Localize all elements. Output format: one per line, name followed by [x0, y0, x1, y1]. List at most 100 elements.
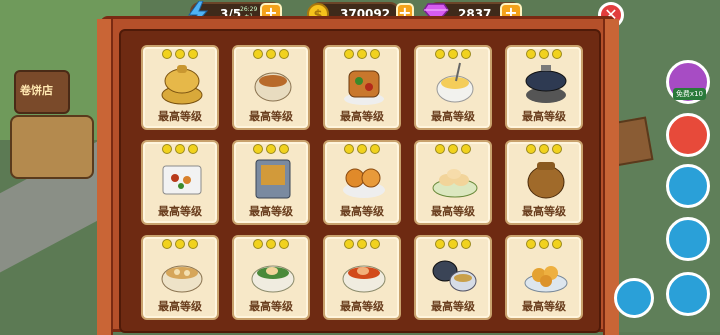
dish-level-label: 最高等级	[340, 205, 384, 218]
gift-icon[interactable]	[666, 113, 710, 157]
food-truck[interactable]	[10, 115, 94, 179]
star-icon	[279, 49, 289, 59]
dish-card-lotus-soup[interactable]: 最高等级	[141, 235, 219, 320]
fried-rings-icon	[343, 168, 385, 198]
star-icon	[552, 144, 562, 154]
star-rating	[507, 49, 581, 59]
dish-level-label: 最高等级	[249, 300, 293, 313]
dish-level-label: 最高等级	[431, 300, 475, 313]
dish-level-label: 最高等级	[340, 110, 384, 123]
dish-level-label: 最高等级	[249, 205, 293, 218]
star-icon	[266, 239, 276, 249]
star-icon	[461, 239, 471, 249]
dish-level-label: 最高等级	[431, 205, 475, 218]
toast-plate-icon	[344, 70, 384, 105]
star-icon	[279, 144, 289, 154]
star-icon	[448, 239, 458, 249]
star-icon	[552, 239, 562, 249]
star-icon	[552, 49, 562, 59]
dish-card-soup-bowl[interactable]: 最高等级	[232, 45, 310, 130]
recipe-book-icon[interactable]	[666, 272, 710, 316]
dish-card-dumpling-plate[interactable]: 最高等级	[414, 140, 492, 225]
star-icon	[266, 144, 276, 154]
dish-card-lunch-box[interactable]: 最高等级	[141, 140, 219, 225]
star-icon	[253, 49, 263, 59]
shop-sign[interactable]: 卷饼店	[14, 70, 70, 114]
star-icon	[175, 144, 185, 154]
star-rating	[416, 239, 490, 249]
dish-card-clay-jar[interactable]: 最高等级	[505, 140, 583, 225]
star-icon	[344, 239, 354, 249]
star-rating	[507, 239, 581, 249]
star-rating	[325, 239, 399, 249]
star-icon	[188, 239, 198, 249]
spicy-chicken-icon	[342, 265, 386, 293]
dish-panel: 最高等级 最高等级 最高等级 最高等级 最高等级 最高等级 最高等级 最高等级 最高等级 最高等级…	[97, 16, 619, 335]
star-icon	[266, 49, 276, 59]
star-icon	[435, 49, 445, 59]
star-icon	[175, 239, 185, 249]
star-icon	[188, 144, 198, 154]
pot-dish-icon	[161, 65, 203, 105]
dish-card-grill-tray[interactable]: 最高等级	[232, 140, 310, 225]
star-icon	[539, 144, 549, 154]
star-icon	[370, 239, 380, 249]
star-rating	[234, 239, 308, 249]
star-icon	[162, 239, 172, 249]
cutting-board-icon[interactable]	[666, 217, 710, 261]
dish-level-label: 最高等级	[158, 205, 202, 218]
star-icon	[162, 144, 172, 154]
dish-card-pot-dish[interactable]: 最高等级	[141, 45, 219, 130]
dish-card-greens-chicken[interactable]: 最高等级	[232, 235, 310, 320]
star-icon	[370, 144, 380, 154]
star-rating	[143, 239, 217, 249]
dish-level-label: 最高等级	[158, 300, 202, 313]
lotus-soup-icon	[161, 265, 203, 293]
star-icon	[175, 49, 185, 59]
star-icon	[526, 49, 536, 59]
dish-level-label: 最高等级	[431, 110, 475, 123]
star-icon	[162, 49, 172, 59]
double-pot-icon	[432, 260, 477, 292]
dish-card-double-pot[interactable]: 最高等级	[414, 235, 492, 320]
free-tag: 免费x10	[672, 88, 706, 100]
star-rating	[234, 49, 308, 59]
grill-tray-icon	[255, 159, 291, 199]
star-icon	[253, 239, 263, 249]
star-icon	[357, 144, 367, 154]
dish-card-fried-rings[interactable]: 最高等级	[323, 140, 401, 225]
star-icon	[357, 49, 367, 59]
dish-card-fried-cakes[interactable]: 最高等级	[505, 235, 583, 320]
star-icon	[526, 239, 536, 249]
star-icon	[344, 49, 354, 59]
dish-grid: 最高等级 最高等级 最高等级 最高等级 最高等级 最高等级 最高等级 最高等级 最高等级 最高等级…	[141, 45, 583, 322]
shop-sign-label: 卷饼店	[20, 84, 53, 97]
dish-level-label: 最高等级	[522, 300, 566, 313]
greens-chicken-icon	[251, 265, 295, 293]
star-icon	[253, 144, 263, 154]
dish-card-cheese-fondue[interactable]: 最高等级	[414, 45, 492, 130]
dish-card-toast-plate[interactable]: 最高等级	[323, 45, 401, 130]
star-rating	[143, 49, 217, 59]
star-rating	[416, 49, 490, 59]
star-rating	[325, 144, 399, 154]
star-icon	[448, 144, 458, 154]
dish-level-label: 最高等级	[522, 205, 566, 218]
star-icon	[526, 144, 536, 154]
dish-level-label: 最高等级	[249, 110, 293, 123]
dish-card-spicy-chicken[interactable]: 最高等级	[323, 235, 401, 320]
star-icon	[279, 239, 289, 249]
clay-jar-icon	[527, 162, 565, 199]
star-rating	[234, 144, 308, 154]
clock-icon[interactable]	[666, 164, 710, 208]
hotpot-icon	[525, 65, 567, 103]
dish-card-hotpot[interactable]: 最高等级	[505, 45, 583, 130]
panel-pillar-left	[97, 19, 113, 335]
menu-icon[interactable]	[614, 278, 654, 318]
star-icon	[370, 49, 380, 59]
star-icon	[435, 144, 445, 154]
star-icon	[357, 239, 367, 249]
star-icon	[448, 49, 458, 59]
cheese-fondue-icon	[436, 62, 474, 103]
lunch-box-icon	[162, 165, 202, 195]
